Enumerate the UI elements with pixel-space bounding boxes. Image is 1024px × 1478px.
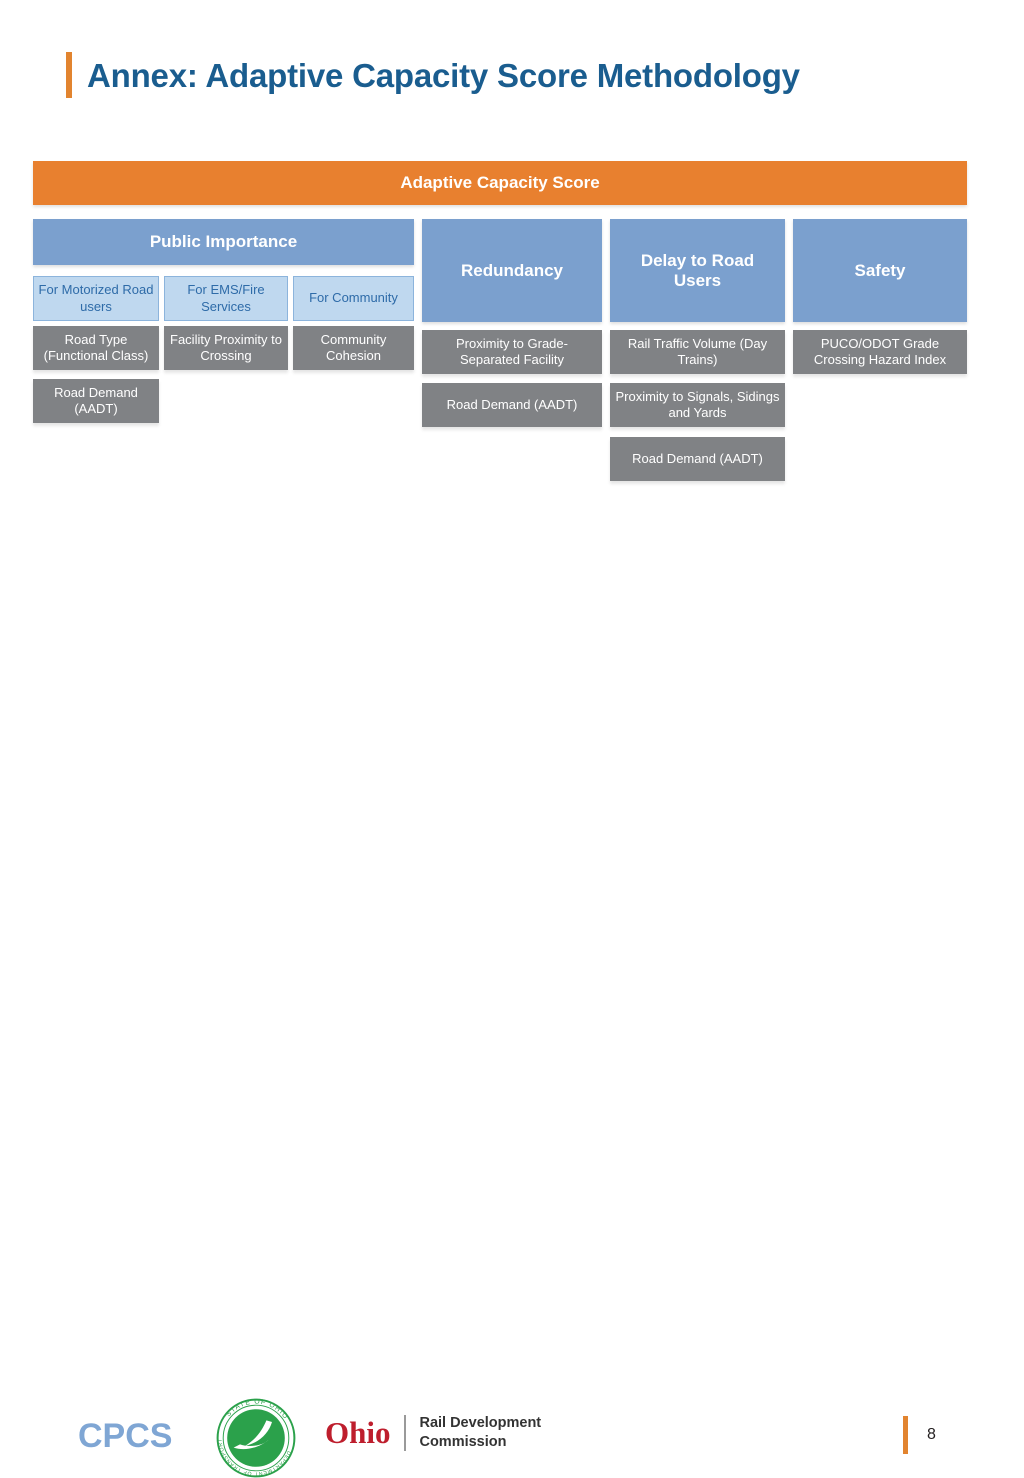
odot-seal-logo: STATE OF OHIO DEPARTMENT OF TRANSPORTATI… [216,1398,296,1478]
metric-label: Facility Proximity to Crossing [170,331,282,363]
title-accent-bar [66,52,72,98]
metric-box: Road Demand (AADT) [33,379,159,423]
category-header-public-importance: Public Importance [33,219,414,265]
orc-line-2: Commission [419,1433,507,1450]
metric-label: PUCO/ODOT Grade Crossing Hazard Index [813,335,947,367]
orc-divider [404,1414,407,1451]
page-number-accent-bar [903,1416,908,1454]
metric-label: Rail Traffic Volume (Day Trains) [627,335,768,367]
column-safety: Safety PUCO/ODOT Grade Crossing Hazard I… [793,219,967,374]
metric-label: Road Type (Functional Class) [43,331,149,363]
subheader-label: For Motorized Road users [38,282,154,314]
category-label: Public Importance [149,232,298,252]
metric-box: Road Type (Functional Class) [33,326,159,370]
title-text: Annex: Adaptive Capacity Score Methodolo… [87,56,800,94]
orc-ohio-text: Ohio [325,1415,391,1451]
metric-label: Proximity to Grade-Separated Facility [456,335,568,367]
column-redundancy: Redundancy Proximity to Grade-Separated … [422,219,602,427]
orc-name-lines: Rail Development Commission [419,1414,541,1452]
score-bar-label: Adaptive Capacity Score [400,173,600,192]
subheader-for-motorized-road-users: For Motorized Road users [33,276,159,321]
metric-label: Road Demand (AADT) [446,396,578,412]
column-public-importance: Public Importance For Motorized Road use… [33,219,414,423]
category-header-safety: Safety [793,219,967,322]
subheader-label: For EMS/Fire Services [187,282,265,314]
page-number-group: 8 [903,1416,936,1454]
diagram-columns: Public Importance For Motorized Road use… [33,219,967,549]
category-label: Delay to Road Users [640,250,755,290]
metric-label: Road Demand (AADT) [632,450,763,466]
metric-box: PUCO/ODOT Grade Crossing Hazard Index [793,330,967,374]
metric-label: Community Cohesion [320,331,387,363]
ohio-rail-development-commission-logo: Ohio Rail Development Commission [325,1414,541,1452]
subcolumn-for-ems-fire-services: For EMS/Fire Services Facility Proximity… [164,276,288,370]
metric-box: Road Demand (AADT) [422,383,602,427]
metric-label: Road Demand (AADT) [54,384,138,416]
category-label: Redundancy [460,260,564,280]
slide-footer: CPCS STATE OF OHIO DEPARTMENT OF TRANSPO… [0,700,1024,1478]
column-delay-to-road-users: Delay to Road Users Rail Traffic Volume … [610,219,785,481]
score-bar: Adaptive Capacity Score [33,161,967,205]
subheader-label: For Community [309,290,398,306]
subheader-for-community: For Community [293,276,414,321]
page-number: 8 [927,1426,936,1443]
adaptive-capacity-diagram: Adaptive Capacity Score Public Importanc… [33,161,967,549]
metric-box: Proximity to Grade-Separated Facility [422,330,602,374]
category-header-delay-to-road-users: Delay to Road Users [610,219,785,322]
metric-box: Community Cohesion [293,326,414,370]
orc-line-1: Rail Development [419,1415,542,1431]
subcolumns-public-importance: For Motorized Road users Road Type (Func… [33,276,414,423]
metric-label: Proximity to Signals, Sidings and Yards [615,388,780,420]
metric-box: Road Demand (AADT) [610,437,785,481]
page-title: Annex: Adaptive Capacity Score Methodolo… [66,52,800,98]
metric-box: Facility Proximity to Crossing [164,326,288,370]
cpcs-logo: CPCS [78,1417,173,1455]
metric-box: Proximity to Signals, Sidings and Yards [610,383,785,427]
subheader-for-ems-fire-services: For EMS/Fire Services [164,276,288,321]
category-header-redundancy: Redundancy [422,219,602,322]
subcolumn-for-motorized-road-users: For Motorized Road users Road Type (Func… [33,276,159,423]
subcolumn-for-community: For Community Community Cohesion [293,276,414,370]
metric-box: Rail Traffic Volume (Day Trains) [610,330,785,374]
category-label: Safety [854,260,906,280]
